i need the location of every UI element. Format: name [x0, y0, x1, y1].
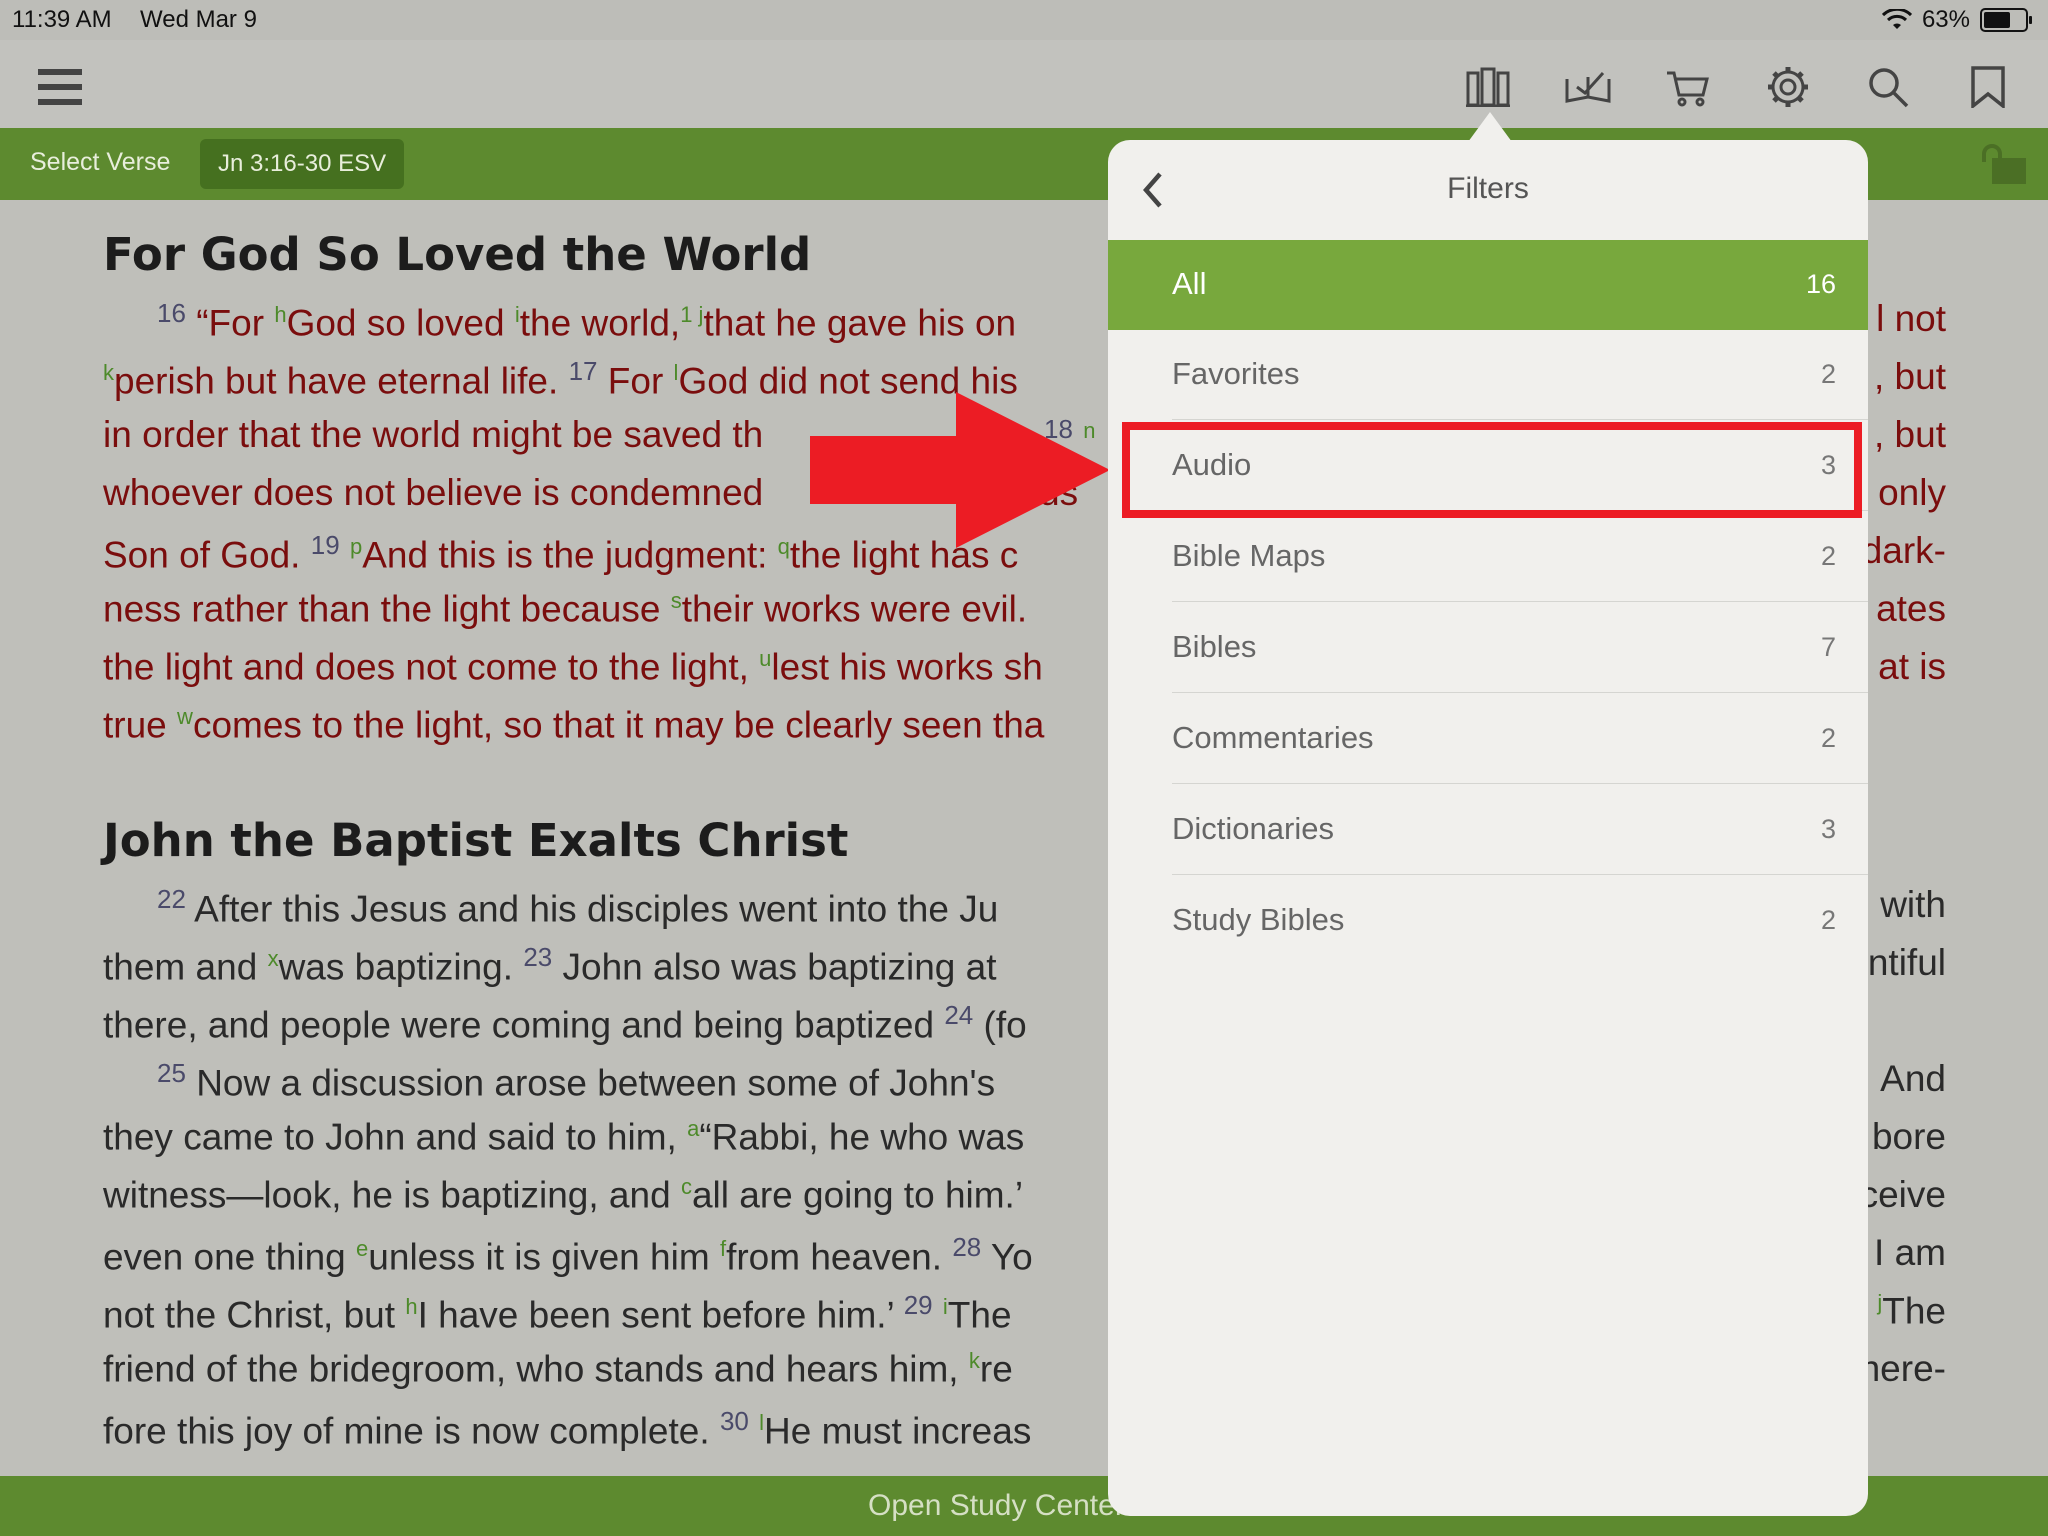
reference-button[interactable]: Jn 3:16-30 ESV — [200, 139, 405, 189]
verse-line-end: , but — [1874, 356, 1946, 397]
verse-line: fore this joy of mine is now complete. 3… — [103, 1406, 1032, 1452]
popover-title: Filters — [1447, 172, 1529, 205]
divider — [1172, 601, 1868, 602]
filter-label: Bibles — [1172, 629, 1257, 664]
divider — [1172, 874, 1868, 875]
library-icon[interactable] — [1462, 62, 1514, 112]
verse-line-end: , but — [1874, 414, 1946, 455]
reading-plan-icon[interactable] — [1562, 62, 1614, 112]
verse-line-end: here- — [1859, 1348, 1946, 1389]
verse-line: ness rather than the light because sthei… — [103, 588, 1028, 630]
filter-count: 2 — [1820, 359, 1836, 389]
verse-line: witness—look, he is baptizing, and call … — [103, 1174, 1024, 1216]
verse-line: whoever does not believe is condemned — [103, 472, 764, 513]
status-right: 63% — [1881, 6, 2032, 34]
status-date: Wed Mar 9 — [140, 6, 257, 33]
verse-line: not the Christ, but hI have been sent be… — [103, 1290, 1012, 1336]
unlock-icon[interactable] — [1980, 144, 2026, 184]
open-study-center-button[interactable]: Open Study Center — [868, 1489, 1125, 1523]
filter-label: Commentaries — [1172, 720, 1374, 755]
section-heading: John the Baptist Exalts Christ — [103, 814, 849, 867]
verse-line-end: at is — [1878, 646, 1946, 687]
battery-percent: 63% — [1921, 6, 1970, 33]
bookmark-icon[interactable] — [1962, 62, 2014, 112]
filters-popover: Filters All 16 Favorites 2 Audio 3 Bible… — [1108, 140, 1868, 1516]
annotation-highlight-box — [1122, 422, 1862, 518]
verse-line: them and xwas baptizing. 23 John also wa… — [103, 942, 997, 988]
verse-line-end: ntiful — [1867, 942, 1946, 983]
verse-line: they came to John and said to him, a“Rab… — [103, 1116, 1025, 1158]
verse-line: 25 Now a discussion arose between some o… — [157, 1058, 996, 1104]
annotation-arrow-icon — [810, 392, 1110, 548]
divider — [1172, 692, 1868, 693]
filter-label: Dictionaries — [1172, 811, 1334, 846]
filter-item-study-bibles[interactable]: Study Bibles 2 — [1108, 876, 1868, 966]
filter-count: 2 — [1820, 905, 1836, 935]
filter-item-commentaries[interactable]: Commentaries 2 — [1108, 694, 1868, 784]
filter-item-favorites[interactable]: Favorites 2 — [1108, 330, 1868, 420]
verse-line-end: only — [1878, 472, 1946, 513]
search-icon[interactable] — [1862, 62, 1914, 112]
verse-line-end: ceive — [1859, 1174, 1946, 1215]
verse-line: there, and people were coming and being … — [103, 1000, 1027, 1046]
section-heading: For God So Loved the World — [103, 228, 812, 281]
filter-item-bibles[interactable]: Bibles 7 — [1108, 603, 1868, 693]
verse-line: friend of the bridegroom, who stands and… — [103, 1348, 1013, 1390]
verse-line-end: jThe — [1877, 1290, 1946, 1332]
filter-item-bible-maps[interactable]: Bible Maps 2 — [1108, 512, 1868, 602]
verse-line: 16 “For hGod so loved ithe world,1 jthat… — [157, 298, 1017, 344]
filter-count: 16 — [1805, 269, 1836, 299]
verse-line-end: dark- — [1861, 530, 1946, 571]
menu-icon[interactable] — [34, 62, 86, 112]
cart-icon[interactable] — [1662, 62, 1714, 112]
popover-header: Filters — [1108, 140, 1868, 241]
filter-label: Study Bibles — [1172, 902, 1345, 937]
filter-label: Bible Maps — [1172, 538, 1326, 573]
verse-line-end: ates — [1876, 588, 1946, 629]
status-time: 11:39 AM — [12, 6, 112, 33]
verse-line: true wcomes to the light, so that it may… — [103, 704, 1045, 746]
filter-item-dictionaries[interactable]: Dictionaries 3 — [1108, 785, 1868, 875]
select-verse-button[interactable]: Select Verse — [30, 148, 170, 177]
gear-icon[interactable] — [1762, 62, 1814, 112]
verse-line-end: bore — [1871, 1116, 1946, 1157]
filter-count: 2 — [1820, 723, 1836, 753]
verse-line-end: l not — [1876, 298, 1946, 339]
verse-line-end: I am — [1874, 1232, 1946, 1273]
filter-label: Favorites — [1172, 356, 1300, 391]
verse-line: in order that the world might be saved t… — [103, 414, 764, 455]
verse-line-end: with — [1880, 884, 1946, 925]
verse-line: even one thing eunless it is given him f… — [103, 1232, 1033, 1278]
wifi-icon — [1881, 9, 1912, 29]
filter-item-all[interactable]: All 16 — [1108, 240, 1868, 330]
divider — [1172, 419, 1868, 420]
verse-line: the light and does not come to the light… — [103, 646, 1043, 688]
status-bar: 11:39 AM Wed Mar 9 63% — [0, 0, 2048, 40]
divider — [1172, 783, 1868, 784]
verse-line-end: And — [1880, 1058, 1946, 1099]
top-toolbar — [0, 40, 2048, 128]
filter-count: 3 — [1820, 814, 1836, 844]
battery-icon — [1980, 8, 2032, 32]
verse-line: 22 After this Jesus and his disciples we… — [157, 884, 999, 930]
popover-caret — [1468, 112, 1512, 142]
filter-count: 2 — [1820, 541, 1836, 571]
filter-count: 7 — [1820, 632, 1836, 662]
filter-label: All — [1172, 266, 1207, 301]
